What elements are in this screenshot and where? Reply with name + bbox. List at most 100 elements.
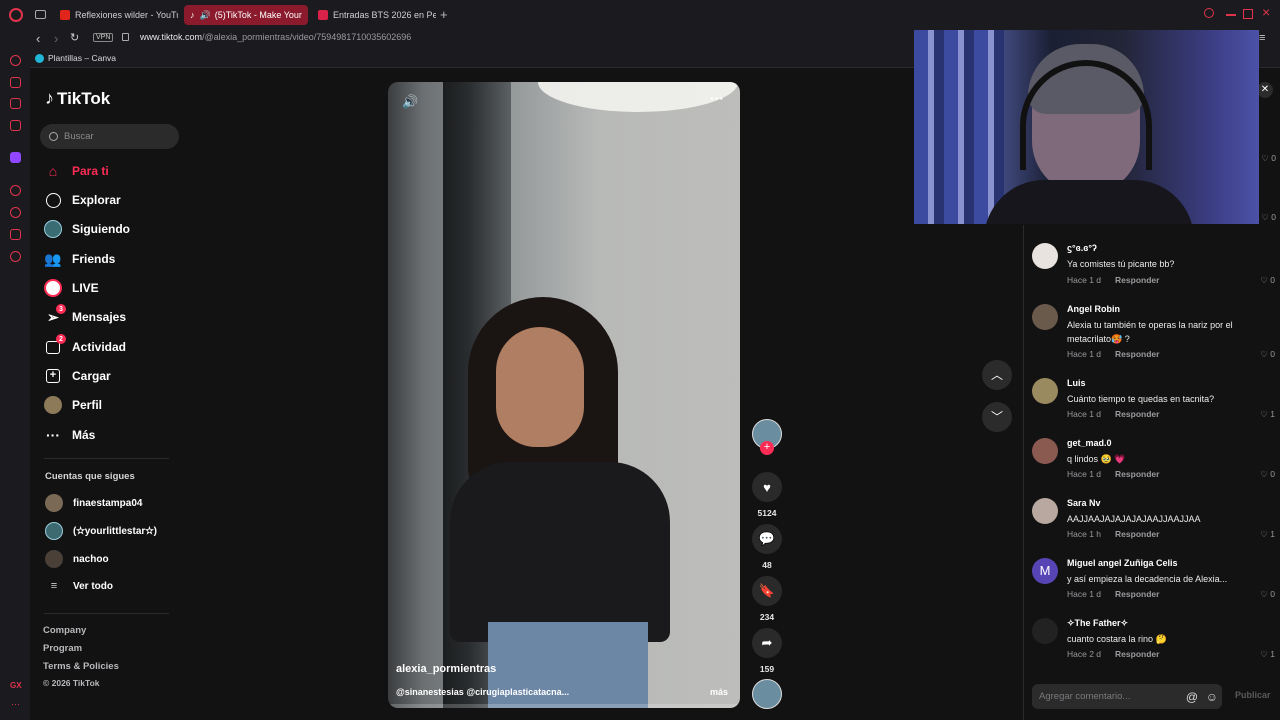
nav-para-ti[interactable]: ⌂ Para ti [44, 162, 109, 180]
comment-action[interactable]: 💬 48 [752, 524, 782, 570]
tab-switcher-icon[interactable] [35, 10, 46, 19]
comment-like[interactable]: ♡ 1 [1260, 649, 1275, 660]
nav-mensajes[interactable]: ➢ 3 Mensajes [44, 304, 126, 326]
save-action[interactable]: 🔖 234 [752, 576, 782, 622]
sound-avatar-button[interactable] [752, 679, 782, 709]
footer-terms[interactable]: Terms & Policies [43, 661, 119, 672]
nav-cargar[interactable]: + Cargar [44, 367, 111, 385]
avatar[interactable] [1032, 498, 1058, 524]
reply-button[interactable]: Responder [1115, 649, 1159, 659]
gx-icon[interactable]: GX [10, 681, 22, 690]
comment-author[interactable]: Miguel angel Zuñiga Celis [1067, 558, 1178, 568]
comment-like[interactable]: ♡ 0 [1260, 589, 1275, 600]
avatar[interactable] [1032, 438, 1058, 464]
extensions-icon[interactable] [10, 229, 21, 240]
instagram-icon[interactable] [10, 120, 21, 131]
video-author[interactable]: alexia_pormientras [396, 663, 496, 675]
nav-actividad[interactable]: 2 Actividad [44, 334, 126, 356]
lock-icon[interactable] [122, 33, 129, 41]
follow-plus-icon[interactable]: + [760, 441, 774, 455]
messenger-icon[interactable] [10, 98, 21, 109]
reply-button[interactable]: Responder [1115, 529, 1159, 539]
comment-author[interactable]: Angel Robin [1067, 304, 1120, 314]
avatar[interactable]: M [1032, 558, 1058, 584]
nav-live[interactable]: LIVE [44, 279, 99, 297]
reply-button[interactable]: Responder [1115, 589, 1159, 599]
maximize-icon[interactable] [1243, 9, 1253, 19]
avatar[interactable] [1032, 618, 1058, 644]
comment-author[interactable]: ✧The Father✧ [1067, 618, 1128, 629]
speaker-icon[interactable]: 🔊 [200, 10, 211, 21]
nav-friends[interactable]: 👥 Friends [44, 250, 115, 268]
share-action[interactable]: ➦ 159 [752, 628, 782, 674]
avatar[interactable] [1032, 243, 1058, 269]
nav-perfil[interactable]: Perfil [44, 396, 102, 414]
minimize-icon[interactable] [1226, 14, 1236, 16]
reload-icon[interactable]: ↻ [70, 31, 79, 44]
next-video-button[interactable]: ﹀ [982, 402, 1012, 432]
like-action[interactable]: ♥ 5124 [752, 472, 782, 518]
close-window-icon[interactable]: × [1262, 4, 1270, 20]
comment-author[interactable]: ϛ°ɞ.ɞ°ʔ [1067, 243, 1097, 253]
more-options-icon[interactable]: ··· [710, 90, 724, 106]
following-account[interactable]: nachoo [45, 550, 109, 568]
comment-like[interactable]: ♡ 1 [1260, 529, 1275, 540]
creator-avatar-button[interactable]: + [752, 419, 782, 455]
footer-company[interactable]: Company [43, 625, 86, 636]
tab-youtube[interactable]: Reflexiones wilder - YouTu [54, 5, 178, 25]
comment-input-box[interactable]: Agregar comentario... @ ☺ [1032, 684, 1222, 709]
close-icon[interactable]: ✕ [1257, 82, 1273, 98]
player-icon[interactable] [10, 185, 21, 196]
comment-like[interactable]: ♡ 1 [1260, 409, 1275, 420]
nav-siguiendo[interactable]: Siguiendo [44, 220, 130, 238]
twitch-icon[interactable] [10, 152, 21, 163]
reply-button[interactable]: Responder [1115, 349, 1159, 359]
bookmark-canva[interactable]: Plantillas – Canva [35, 53, 116, 63]
heart-icon[interactable]: ♥ [752, 472, 782, 502]
see-all-link[interactable]: ≡ Ver todo [45, 580, 113, 592]
bookmark-icon[interactable]: 🔖 [752, 576, 782, 606]
footer-program[interactable]: Program [43, 643, 82, 654]
video-caption[interactable]: @sinanestesias @cirugiaplasticatacna... [396, 687, 569, 697]
previous-video-button[interactable]: ︿ [982, 360, 1012, 390]
tab-tiktok[interactable]: ♪ 🔊 (5)TikTok - Make Your [184, 5, 308, 25]
nav-explorar[interactable]: Explorar [44, 191, 121, 209]
workspace-icon[interactable] [10, 77, 21, 88]
comment-input[interactable]: Agregar comentario... [1039, 691, 1130, 702]
more-sidebar-icon[interactable]: ··· [11, 699, 20, 709]
comment-like[interactable]: ♡ 0 [1260, 349, 1275, 360]
search-icon[interactable] [1204, 8, 1214, 18]
avatar[interactable] [1032, 378, 1058, 404]
reply-button[interactable]: Responder [1115, 469, 1159, 479]
settings-icon[interactable] [10, 251, 21, 262]
opera-logo-icon[interactable] [9, 8, 23, 22]
menu-icon[interactable]: ≡ [1259, 32, 1265, 44]
vpn-badge[interactable]: VPN [93, 33, 114, 42]
nav-mas[interactable]: ··· Más [44, 426, 95, 444]
tiktok-logo[interactable]: ♪ TikTok [45, 88, 110, 109]
avatar[interactable] [1032, 304, 1058, 330]
share-icon[interactable]: ➦ [752, 628, 782, 658]
comment-author[interactable]: Luis [1067, 378, 1086, 388]
url-field[interactable]: www.tiktok.com/@alexia_pormientras/video… [140, 32, 411, 42]
forward-icon[interactable]: › [54, 31, 58, 46]
video-player[interactable]: 🔊 ··· alexia_pormientras @sinanestesias … [388, 82, 740, 708]
comment-author[interactable]: get_mad.0 [1067, 438, 1112, 448]
reply-button[interactable]: Responder [1115, 409, 1159, 419]
search-box[interactable]: Buscar [40, 124, 179, 149]
aria-icon[interactable] [10, 55, 21, 66]
comment-icon[interactable]: 💬 [752, 524, 782, 554]
tab-bts[interactable]: Entradas BTS 2026 en Per [312, 5, 436, 25]
following-account[interactable]: finaestampa04 [45, 494, 142, 512]
new-tab-button[interactable]: + [440, 7, 448, 22]
comment-like[interactable]: ♡ 0 [1260, 469, 1275, 480]
comment-like[interactable]: ♡ 0 [1260, 275, 1275, 286]
reply-button[interactable]: Responder [1115, 275, 1159, 285]
history-icon[interactable] [10, 207, 21, 218]
emoji-icon[interactable]: ☺ [1206, 690, 1218, 704]
comment-author[interactable]: Sara Nv [1067, 498, 1101, 508]
post-comment-button[interactable]: Publicar [1235, 690, 1271, 700]
following-account[interactable]: (✫yourlittlestar✫) [45, 522, 157, 540]
caption-more-link[interactable]: más [710, 687, 728, 697]
search-input[interactable]: Buscar [64, 131, 94, 142]
